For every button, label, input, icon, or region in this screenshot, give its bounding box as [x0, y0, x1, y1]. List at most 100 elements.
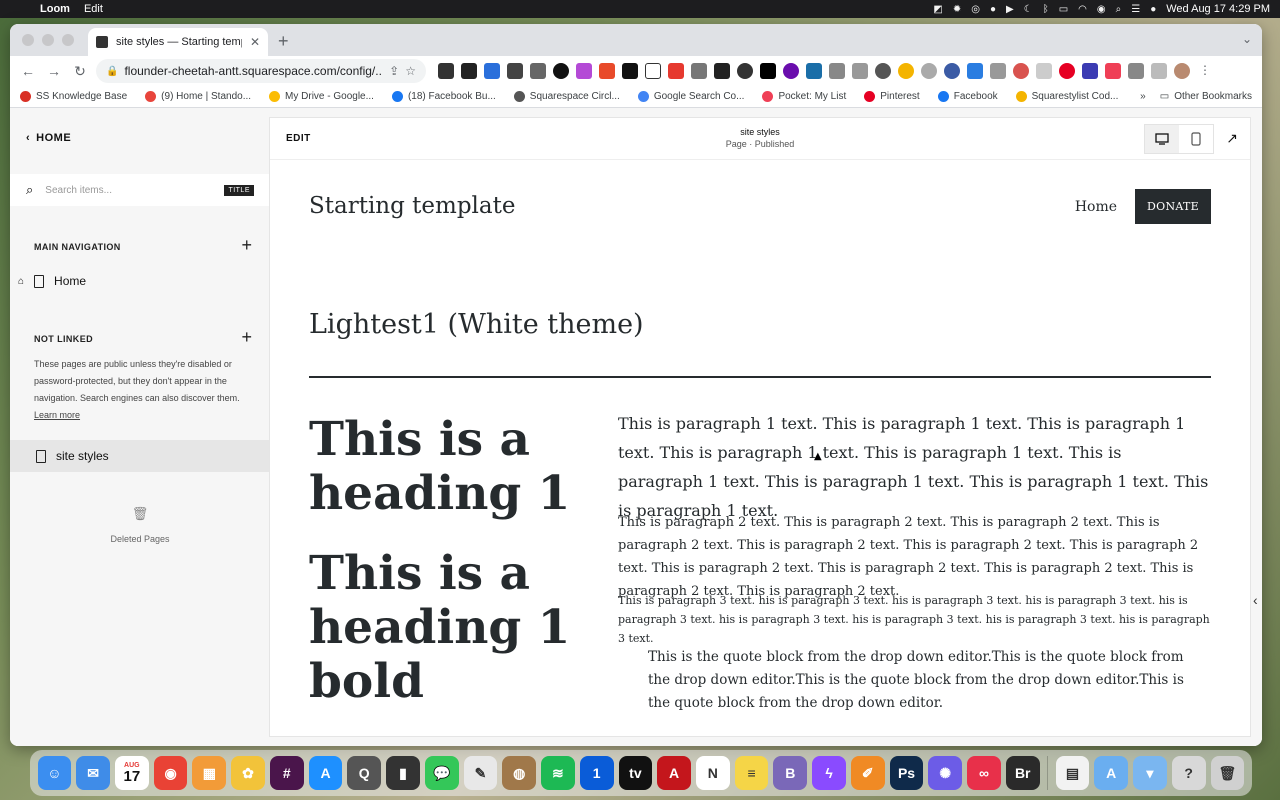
heading-1-bold[interactable]: This is a heading 1 bold — [309, 547, 589, 709]
search-bar[interactable]: ⌕ Search items... TITLE — [10, 174, 270, 206]
moon-icon[interactable]: ☾ — [1024, 4, 1033, 15]
extension-icon[interactable] — [875, 63, 891, 79]
app-store-icon[interactable]: A — [308, 756, 343, 790]
messages-icon[interactable]: 💬 — [424, 756, 459, 790]
settings-icon[interactable]: ✺ — [928, 756, 963, 790]
help-icon[interactable]: ? — [1171, 756, 1206, 790]
pages-icon[interactable]: ✐ — [850, 756, 885, 790]
screen-record-icon[interactable]: ▮ — [386, 756, 420, 790]
bookmark-item[interactable]: Squarestylist Cod... — [1015, 91, 1118, 102]
extension-icon[interactable] — [921, 63, 937, 79]
extension-icon[interactable] — [461, 63, 477, 79]
spotify-icon[interactable]: ≋ — [541, 756, 575, 790]
control-center-icon[interactable]: ☰ — [1131, 4, 1140, 15]
brightness-icon[interactable]: ✹ — [953, 4, 961, 15]
extension-icon[interactable] — [714, 63, 730, 79]
extension-icon[interactable] — [1036, 63, 1052, 79]
tab-search-chevron-icon[interactable]: ⌄ — [1242, 32, 1252, 46]
extension-icon[interactable] — [645, 63, 661, 79]
paragraph-2[interactable]: This is paragraph 2 text. This is paragr… — [618, 511, 1210, 603]
minimize-window-button[interactable] — [42, 34, 54, 46]
extension-icon[interactable] — [691, 63, 707, 79]
quicktime-icon[interactable]: Q — [347, 756, 382, 790]
lock-icon[interactable]: 🔒 — [106, 66, 118, 77]
panel-collapse-chevron-icon[interactable]: ‹ — [1253, 592, 1258, 608]
extension-icon[interactable] — [760, 63, 776, 79]
donate-button[interactable]: DONATE — [1135, 189, 1211, 224]
1password-menu-icon[interactable]: ◎ — [971, 4, 980, 15]
bridge-icon[interactable]: Br — [1005, 756, 1040, 790]
bookmark-item[interactable]: My Drive - Google... — [269, 91, 374, 102]
pocket-extension-icon[interactable] — [1105, 63, 1121, 79]
bookmark-item[interactable]: SS Knowledge Base — [20, 91, 127, 102]
1password-icon[interactable]: 1 — [579, 756, 614, 790]
site-logo[interactable]: Starting template — [309, 193, 515, 219]
notes-icon[interactable]: ≡ — [734, 756, 769, 790]
search-input[interactable]: Search items... — [45, 185, 212, 196]
extension-icon[interactable] — [944, 63, 960, 79]
bookmark-item[interactable]: Squarespace Circl... — [513, 91, 620, 102]
pinterest-extension-icon[interactable] — [1059, 63, 1075, 79]
deleted-pages-link[interactable]: Deleted Pages — [10, 534, 270, 544]
launchpad-icon[interactable]: ▦ — [192, 756, 227, 790]
close-tab-icon[interactable]: ✕ — [250, 35, 260, 49]
extension-icon[interactable] — [599, 63, 615, 79]
extension-icon[interactable] — [783, 63, 799, 79]
textedit-icon[interactable]: ✎ — [463, 756, 498, 790]
sidebar-item-site-styles[interactable]: site styles — [10, 440, 270, 472]
calendar-icon[interactable]: AUG 17 — [114, 756, 149, 790]
acrobat-icon[interactable]: A — [657, 756, 691, 790]
battery-icon[interactable]: ▭ — [1059, 4, 1068, 15]
status-icon[interactable]: ◩ — [933, 4, 942, 15]
theme-heading[interactable]: Lightest1 (White theme) — [309, 309, 644, 340]
address-bar[interactable]: 🔒 flounder-cheetah-antt.squarespace.com/… — [96, 59, 426, 83]
play-icon[interactable]: ▶ — [1006, 4, 1014, 15]
search-icon[interactable]: ⌕ — [1116, 4, 1122, 15]
trash-icon[interactable]: 🗑 — [1210, 756, 1245, 790]
close-window-button[interactable] — [22, 34, 34, 46]
sidebar-item-home[interactable]: ⌂ Home — [18, 266, 270, 296]
extension-icon[interactable] — [622, 63, 638, 79]
other-bookmarks-folder[interactable]: ▭ Other Bookmarks — [1160, 91, 1252, 102]
bookmark-item[interactable]: Google Search Co... — [637, 91, 744, 102]
extension-icon[interactable] — [553, 63, 569, 79]
photoshop-icon[interactable]: Ps — [889, 756, 924, 790]
puzzle-icon[interactable] — [1128, 63, 1144, 79]
bookmark-star-icon[interactable]: ☆ — [405, 64, 416, 78]
extension-icon[interactable] — [737, 63, 753, 79]
downloads-folder-icon[interactable]: ▾ — [1133, 756, 1167, 790]
extension-icon[interactable] — [507, 63, 523, 79]
forward-icon[interactable]: → — [44, 63, 64, 79]
extension-icon[interactable] — [852, 63, 868, 79]
paragraph-1[interactable]: This is paragraph 1 text. This is paragr… — [618, 409, 1210, 525]
paragraph-3[interactable]: This is paragraph 3 text. his is paragra… — [618, 591, 1210, 648]
bookmark-item[interactable]: Facebook — [937, 91, 998, 102]
url-text[interactable]: flounder-cheetah-antt.squarespace.com/co… — [124, 64, 383, 78]
bookmark-item[interactable]: (9) Home | Stando... — [145, 91, 251, 102]
extension-icon[interactable] — [668, 63, 684, 79]
siri-icon[interactable]: ● — [1150, 4, 1156, 15]
share-icon[interactable]: ⇪ — [389, 64, 399, 78]
appletv-icon[interactable]: tv — [618, 756, 653, 790]
mail-icon[interactable]: ✉ — [76, 756, 110, 790]
expand-arrow-icon[interactable]: ↗ — [1226, 130, 1238, 147]
applications-folder-icon[interactable]: A — [1094, 756, 1129, 790]
mobile-view-icon[interactable] — [1179, 125, 1213, 153]
extension-icon[interactable] — [484, 63, 500, 79]
learn-more-link[interactable]: Learn more — [34, 410, 80, 420]
creative-cloud-icon[interactable]: ∞ — [967, 756, 1001, 790]
back-to-home-link[interactable]: ‹ HOME — [26, 132, 71, 144]
chrome-icon[interactable]: ◉ — [153, 756, 188, 790]
slack-icon[interactable]: # — [269, 756, 304, 790]
menu-app-name[interactable]: Loom — [40, 3, 70, 15]
extension-icon[interactable] — [898, 63, 914, 79]
more-bookmarks-chevron-icon[interactable]: » — [1140, 91, 1146, 102]
keka-icon[interactable]: ◍ — [502, 756, 537, 790]
extension-icon[interactable] — [438, 63, 454, 79]
zoom-window-button[interactable] — [62, 34, 74, 46]
user-icon[interactable]: ◉ — [1097, 4, 1106, 15]
extension-icon[interactable] — [1082, 63, 1098, 79]
menu-clock[interactable]: Wed Aug 17 4:29 PM — [1166, 3, 1270, 15]
site-nav-home[interactable]: Home — [1075, 199, 1117, 215]
bookmark-item[interactable]: (18) Facebook Bu... — [391, 91, 496, 102]
